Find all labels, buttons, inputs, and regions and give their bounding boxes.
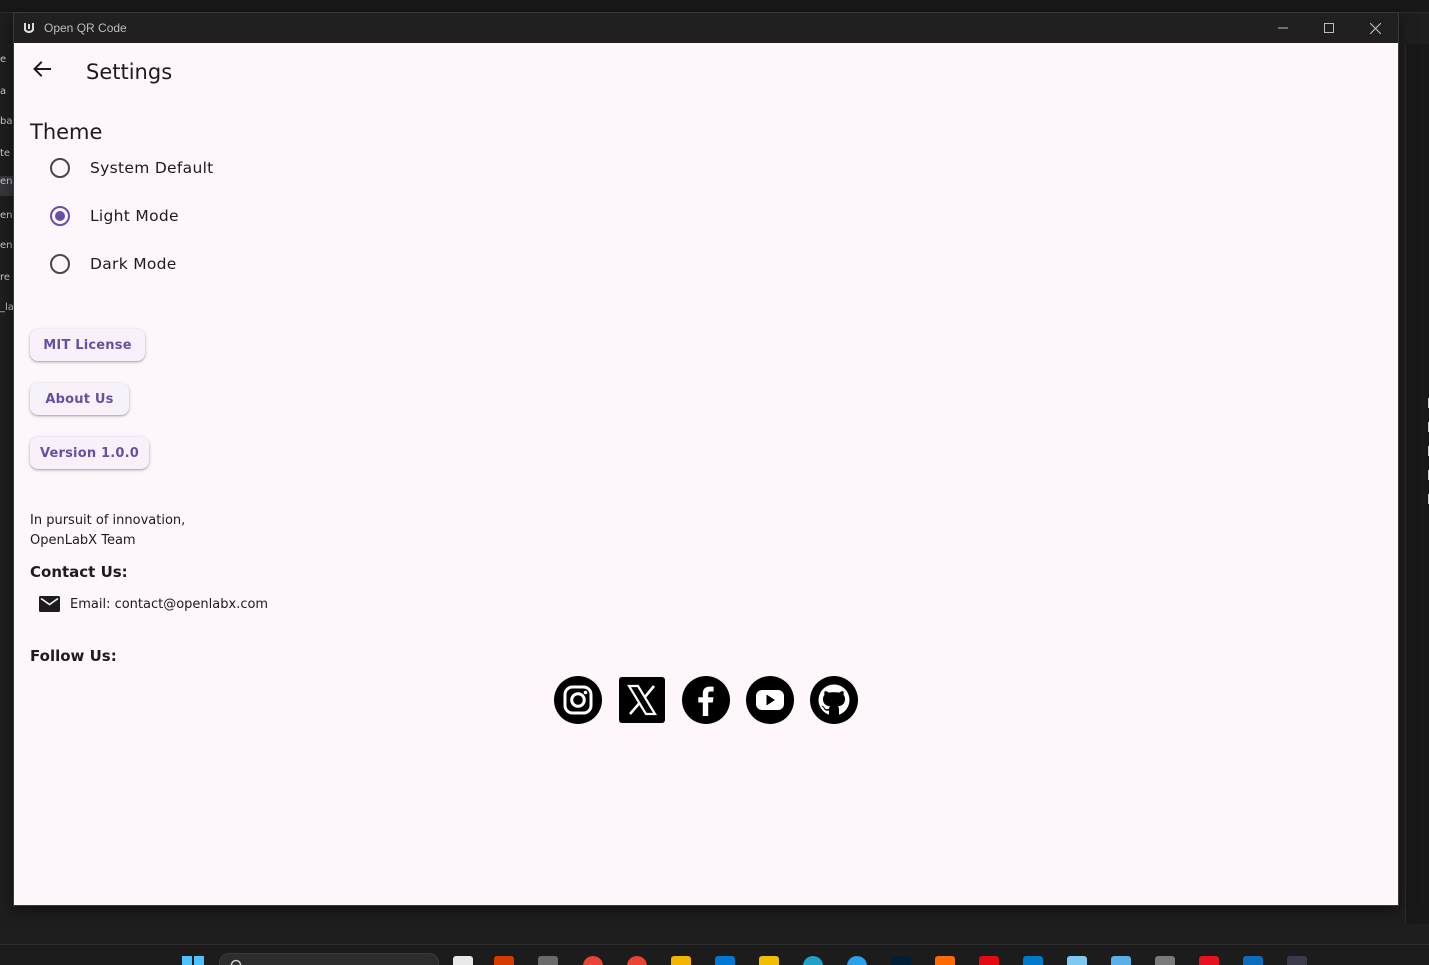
taskbar-app-icon[interactable]: [891, 956, 911, 965]
taskbar-app-icon[interactable]: [494, 956, 514, 965]
taskbar-app-icon[interactable]: [671, 956, 691, 965]
search-icon: [230, 959, 242, 965]
radio-label: Light Mode: [90, 207, 179, 225]
facebook-icon[interactable]: [681, 675, 731, 725]
taskbar-app-icon[interactable]: [1111, 956, 1131, 965]
taskbar-app-icon[interactable]: [847, 956, 867, 965]
background-editor-sidebar: e a ba te en en en re _la: [0, 54, 13, 313]
taskbar-app-icon[interactable]: [538, 956, 558, 965]
github-icon[interactable]: [809, 675, 859, 725]
radio-label: System Default: [90, 159, 214, 177]
radio-button-selected[interactable]: [50, 206, 70, 226]
close-icon: [1369, 22, 1381, 34]
taskbar-app-icon[interactable]: [1023, 956, 1043, 965]
radio-label: Dark Mode: [90, 255, 177, 273]
mail-icon: [39, 596, 60, 612]
theme-heading: Theme: [30, 120, 103, 144]
contact-heading: Contact Us:: [30, 563, 128, 581]
background-editor-minimap: [1405, 44, 1429, 924]
taskbar-app-icon[interactable]: [935, 956, 955, 965]
taskbar-app-icon[interactable]: [979, 956, 999, 965]
radio-button[interactable]: [50, 158, 70, 178]
app-window: Open QR Code Settings Theme System Defau…: [13, 12, 1399, 906]
youtube-icon[interactable]: [745, 675, 795, 725]
follow-heading: Follow Us:: [30, 647, 117, 665]
taskbar-app-icon[interactable]: [583, 956, 603, 965]
minimize-icon: [1278, 27, 1288, 29]
instagram-icon[interactable]: [553, 675, 603, 725]
taskbar-app-icon[interactable]: [1287, 956, 1307, 965]
taskbar-search[interactable]: [219, 953, 439, 965]
email-row[interactable]: Email: contact@openlabx.com: [39, 594, 268, 614]
tagline: In pursuit of innovation, OpenLabX Team: [30, 511, 185, 551]
app-bar: Settings: [14, 43, 1398, 101]
taskbar-app-icon[interactable]: [1067, 956, 1087, 965]
tagline-line-2: OpenLabX Team: [30, 533, 136, 548]
tagline-line-1: In pursuit of innovation,: [30, 513, 186, 528]
taskbar-app-icon[interactable]: [759, 956, 779, 965]
arrow-back-icon: [33, 61, 51, 77]
radio-button[interactable]: [50, 254, 70, 274]
email-text: Email: contact@openlabx.com: [70, 596, 269, 612]
maximize-icon: [1324, 23, 1334, 33]
back-button[interactable]: [26, 53, 58, 85]
taskbar-app-icon[interactable]: [1243, 956, 1263, 965]
version-button[interactable]: Version 1.0.0: [30, 437, 149, 469]
windows-start-icon[interactable]: [182, 956, 204, 965]
close-button[interactable]: [1352, 13, 1398, 43]
taskbar-app-icon[interactable]: [715, 956, 735, 965]
about-us-button[interactable]: About Us: [30, 383, 129, 415]
taskbar: [0, 944, 1429, 965]
theme-option-light-mode[interactable]: Light Mode: [50, 202, 179, 230]
maximize-button[interactable]: [1306, 13, 1352, 43]
taskbar-app-icon[interactable]: [1199, 956, 1219, 965]
page-title: Settings: [86, 60, 173, 84]
minimize-button[interactable]: [1260, 13, 1306, 43]
mit-license-button[interactable]: MIT License: [30, 329, 145, 361]
app-icon: [24, 23, 34, 33]
desktop: e a ba te en en en re _la Open QR Code S…: [0, 0, 1429, 965]
theme-option-system-default[interactable]: System Default: [50, 154, 214, 182]
taskbar-app-icon[interactable]: [803, 956, 823, 965]
x-icon[interactable]: [617, 675, 667, 725]
title-bar[interactable]: Open QR Code: [14, 13, 1398, 43]
window-title: Open QR Code: [44, 21, 127, 35]
taskbar-app-icon[interactable]: [453, 956, 473, 965]
taskbar-app-icon[interactable]: [1155, 956, 1175, 965]
theme-option-dark-mode[interactable]: Dark Mode: [50, 250, 177, 278]
taskbar-app-icon[interactable]: [627, 956, 647, 965]
